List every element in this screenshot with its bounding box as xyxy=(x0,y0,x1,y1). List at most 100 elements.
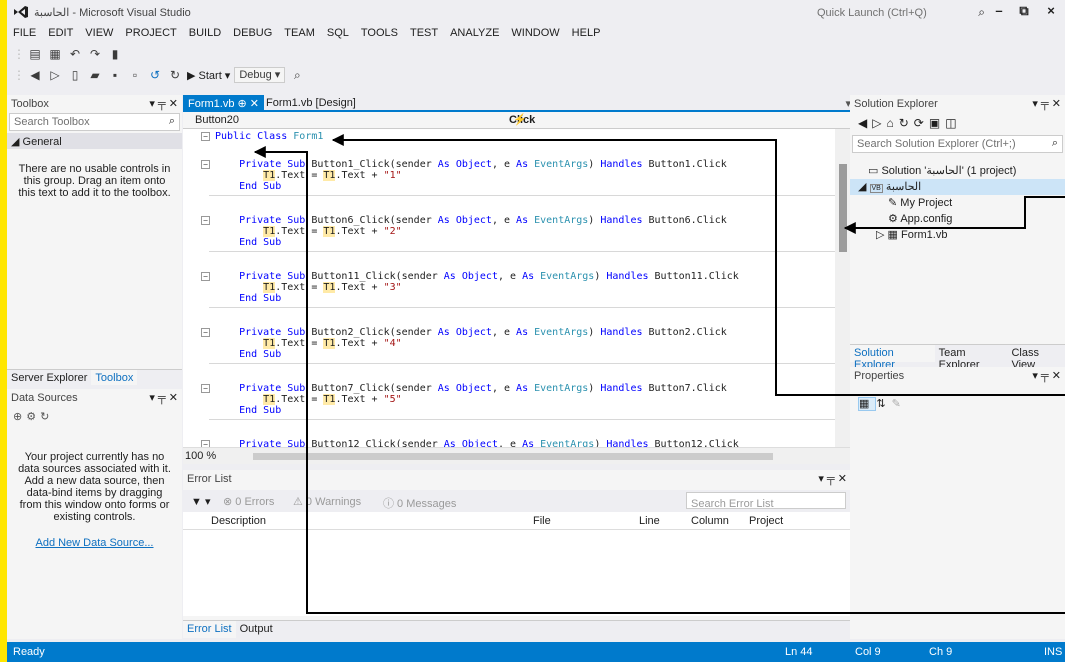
menu-file[interactable]: FILE xyxy=(7,24,42,43)
toolbox-search-input[interactable]: Search Toolbox ⌕ xyxy=(9,113,180,131)
minimize-button[interactable]: – xyxy=(987,3,1011,21)
code-separator xyxy=(209,307,835,308)
fold-toggle-icon[interactable]: − xyxy=(201,440,210,447)
column-project[interactable]: Project xyxy=(749,515,783,527)
edit-icon[interactable]: ⚙ xyxy=(26,411,40,423)
menu-debug[interactable]: DEBUG xyxy=(227,24,278,43)
menu-tools[interactable]: TOOLS xyxy=(355,24,404,43)
pin-close-icon[interactable]: ▾ ╤ ✕ xyxy=(1032,97,1061,110)
add-new-data-source-link[interactable]: Add New Data Source... xyxy=(7,537,182,549)
fold-toggle-icon[interactable]: − xyxy=(201,216,210,225)
solution-node[interactable]: ▭ Solution 'الحاسبة' (1 project) xyxy=(868,164,1016,177)
back-icon[interactable]: ◀ xyxy=(858,116,872,130)
fold-toggle-icon[interactable]: − xyxy=(201,384,210,393)
fold-toggle-icon[interactable]: − xyxy=(201,328,210,337)
add-data-source-icon[interactable]: ⊕ xyxy=(13,411,26,423)
find-icon[interactable]: ⌕ xyxy=(289,68,305,83)
start-button[interactable]: ▶ Start ▾ xyxy=(187,69,230,82)
menu-help[interactable]: HELP xyxy=(566,24,607,43)
pin-close-icon[interactable]: ▾ ╤ ✕ xyxy=(149,97,178,110)
bookmark-next-icon[interactable]: ↷ xyxy=(87,47,103,61)
tab-class-view[interactable]: Class View xyxy=(1007,345,1065,371)
bookmark-icon[interactable]: ▮ xyxy=(107,47,123,61)
tab-form1-design[interactable]: Form1.vb [Design] xyxy=(261,95,361,112)
menu-test[interactable]: TEST xyxy=(404,24,444,43)
bookmark-prev-icon[interactable]: ↶ xyxy=(67,47,83,61)
show-all-icon[interactable]: ◫ xyxy=(945,116,961,130)
restore-button[interactable]: ⧉ xyxy=(1012,3,1036,21)
properties-panel: Properties ▾ ╤ ✕ ▦⇅✎ xyxy=(850,367,1065,639)
zoom-level[interactable]: 100 % xyxy=(185,450,216,462)
vertical-scrollbar[interactable] xyxy=(835,129,851,447)
fold-toggle-icon[interactable]: − xyxy=(201,160,210,169)
collapse-icon[interactable]: ▣ xyxy=(929,116,945,130)
column-file[interactable]: File xyxy=(533,515,551,527)
form1-vb-node[interactable]: ▷ ▦ Form1.vb xyxy=(876,228,947,241)
refresh-icon[interactable]: ⟳ xyxy=(914,116,929,130)
pin-close-icon[interactable]: ▾ ╤ ✕ xyxy=(149,391,178,404)
refresh-icon[interactable]: ↻ xyxy=(40,411,53,423)
error-list-header: Description File Line Column Project xyxy=(183,512,851,530)
save-icon[interactable]: ▪ xyxy=(107,68,123,82)
solution-search-input[interactable]: Search Solution Explorer (Ctrl+;) ⌕ xyxy=(852,135,1063,153)
menu-view[interactable]: VIEW xyxy=(79,24,119,43)
code-line-end-sub: End Sub xyxy=(215,405,282,416)
error-list-search-input[interactable]: Search Error List xyxy=(686,492,846,510)
tab-error-list[interactable]: Error List xyxy=(183,621,236,638)
column-line[interactable]: Line xyxy=(639,515,660,527)
open-icon[interactable]: ▰ xyxy=(87,68,103,82)
messages-filter[interactable]: ⓘ 0 Messages xyxy=(383,495,456,511)
format-icon[interactable]: ▤ xyxy=(27,47,43,61)
filter-icon[interactable]: ▼ ▾ xyxy=(191,495,210,508)
my-project-node[interactable]: ✎ My Project xyxy=(888,196,952,209)
fold-toggle-icon[interactable]: − xyxy=(201,132,210,141)
menu-build[interactable]: BUILD xyxy=(183,24,227,43)
editor-zoom-bar: 100 % xyxy=(183,447,851,464)
align-icon[interactable]: ▦ xyxy=(47,47,63,61)
tab-server-explorer[interactable]: Server Explorer xyxy=(7,370,91,385)
fold-toggle-icon[interactable]: − xyxy=(201,272,210,281)
warnings-filter[interactable]: ⚠ 0 Warnings xyxy=(293,495,361,508)
menu-edit[interactable]: EDIT xyxy=(42,24,79,43)
undo-icon[interactable]: ↺ xyxy=(147,68,163,82)
new-project-icon[interactable]: ▯ xyxy=(67,68,83,82)
tab-output[interactable]: Output xyxy=(236,621,277,638)
object-dropdown[interactable]: Button20 xyxy=(195,114,239,126)
menu-team[interactable]: TEAM xyxy=(278,24,321,43)
tab-form1-vb[interactable]: Form1.vb ⊕ ✕ xyxy=(183,95,265,112)
pin-close-icon[interactable]: ▾ ╤ ✕ xyxy=(1032,369,1061,382)
column-column[interactable]: Column xyxy=(691,515,729,527)
tab-solution-explorer[interactable]: Solution Explorer xyxy=(850,345,935,371)
menu-sql[interactable]: SQL xyxy=(321,24,355,43)
forward-icon[interactable]: ▷ xyxy=(47,68,63,82)
project-node[interactable]: ◢ VB الحاسبة xyxy=(850,179,1065,195)
menu-analyze[interactable]: ANALYZE xyxy=(444,24,505,43)
close-button[interactable]: × xyxy=(1039,3,1063,21)
status-char: Ch 9 xyxy=(929,646,953,658)
scroll-thumb[interactable] xyxy=(839,164,847,252)
property-pages-icon[interactable]: ✎ xyxy=(892,398,907,410)
forward-icon[interactable]: ▷ xyxy=(872,116,886,130)
configuration-dropdown[interactable]: Debug ▾ xyxy=(234,67,286,83)
sync-icon[interactable]: ↻ xyxy=(899,116,914,130)
menu-project[interactable]: PROJECT xyxy=(119,24,182,43)
app-config-node[interactable]: ⚙ App.config xyxy=(888,212,952,225)
back-icon[interactable]: ◀ xyxy=(27,68,43,82)
redo-icon[interactable]: ↻ xyxy=(167,68,183,82)
errors-filter[interactable]: ⊗ 0 Errors xyxy=(223,495,274,508)
home-icon[interactable]: ⌂ xyxy=(886,116,898,130)
status-column: Col 9 xyxy=(855,646,881,658)
alphabetical-icon[interactable]: ⇅ xyxy=(876,398,891,410)
categorized-icon[interactable]: ▦ xyxy=(858,397,877,411)
tab-toolbox[interactable]: Toolbox xyxy=(91,370,138,385)
code-editor[interactable]: − Public Class Form1− Private Sub Button1… xyxy=(183,129,851,447)
pin-close-icon[interactable]: ▾ ╤ ✕ xyxy=(818,472,847,485)
column-description[interactable]: Description xyxy=(211,515,266,527)
menu-window[interactable]: WINDOW xyxy=(505,24,565,43)
save-all-icon[interactable]: ▫ xyxy=(127,68,143,82)
tab-team-explorer[interactable]: Team Explorer xyxy=(935,345,1008,371)
horizontal-scrollbar[interactable] xyxy=(253,453,773,460)
quick-launch[interactable]: Quick Launch (Ctrl+Q) ⌕ xyxy=(812,3,990,21)
code-area[interactable]: − Public Class Form1− Private Sub Button1… xyxy=(183,129,835,447)
toolbox-group-general[interactable]: ◢ General xyxy=(7,133,182,149)
